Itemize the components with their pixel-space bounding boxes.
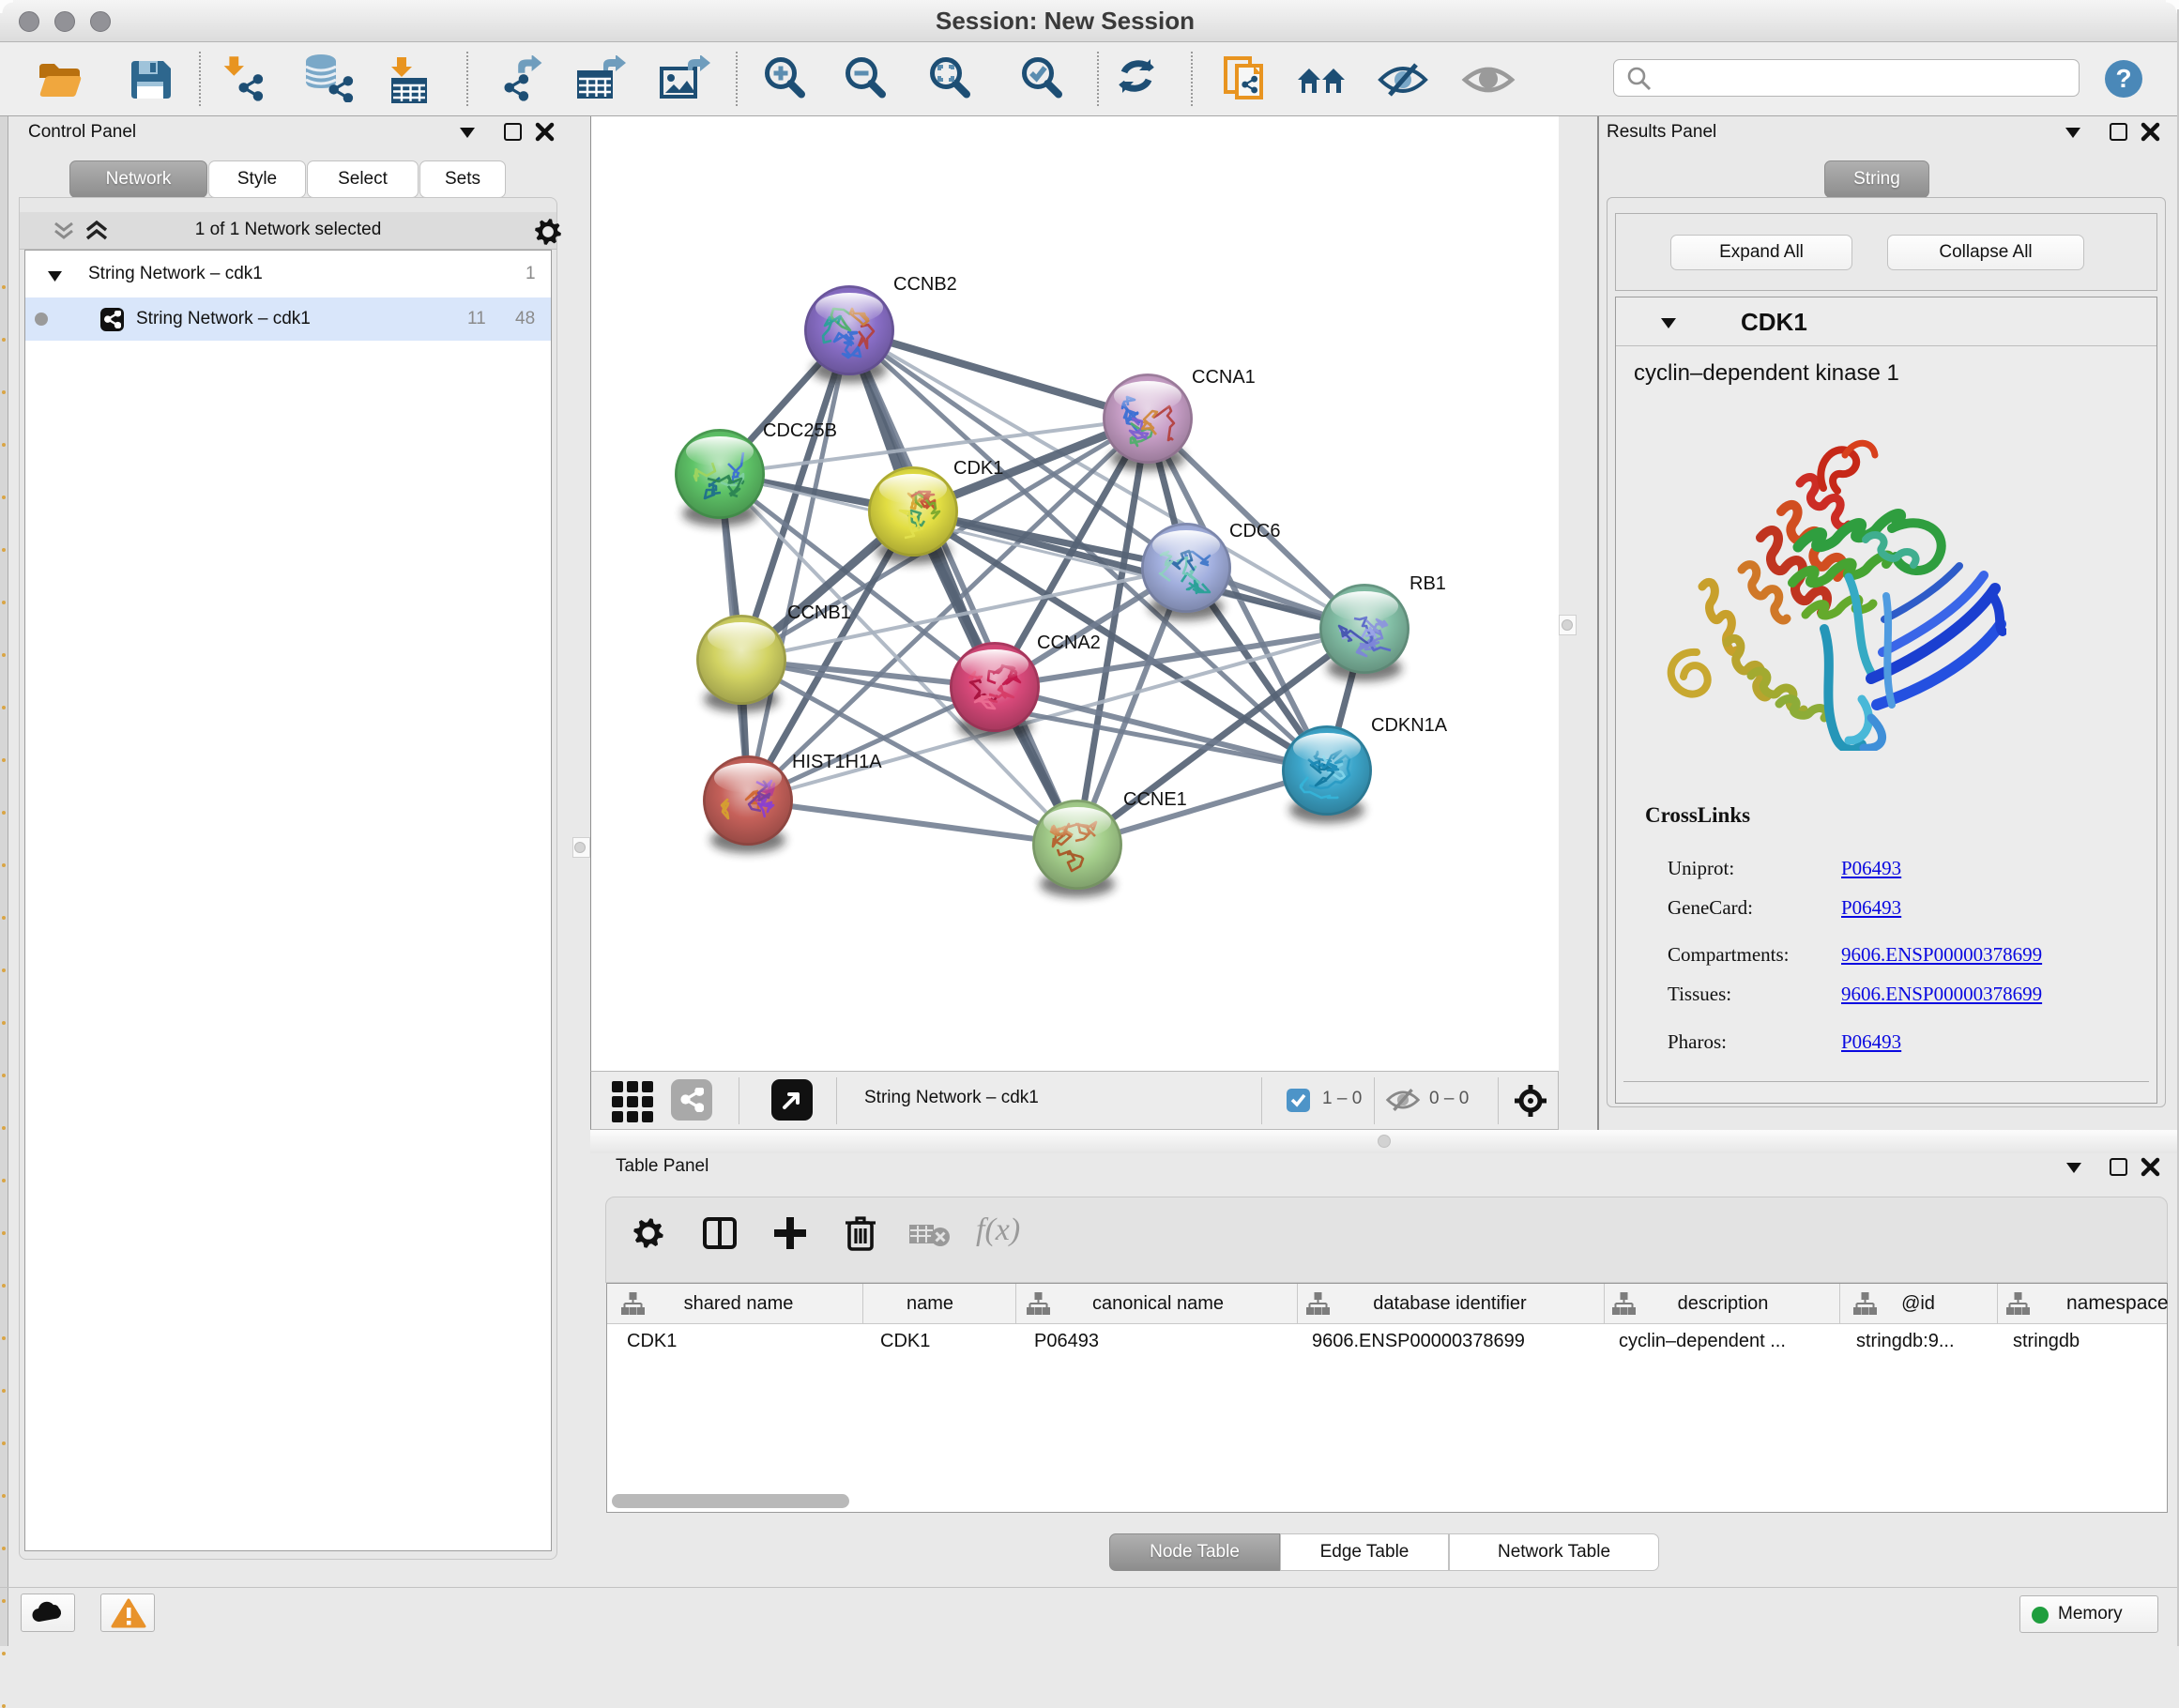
svg-text:?: ? bbox=[2115, 64, 2131, 93]
